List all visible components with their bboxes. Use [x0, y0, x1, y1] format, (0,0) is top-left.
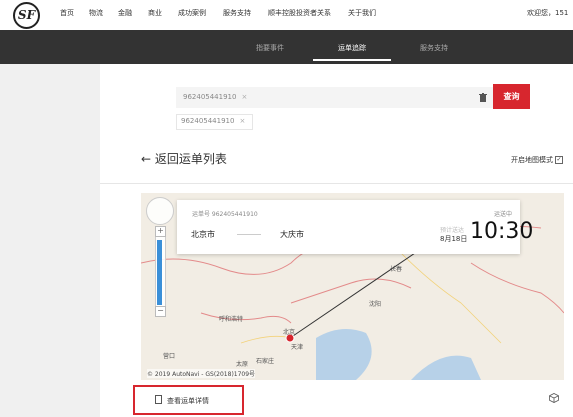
zoom-out-button[interactable]: − — [155, 306, 166, 317]
map-label-taiyuan: 太原 — [236, 361, 249, 368]
route-arrow-icon — [237, 234, 261, 235]
tab-waybill-tracking[interactable]: 运单追踪 — [338, 43, 366, 53]
divider — [100, 183, 573, 184]
map-label-tianjin: 天津 — [291, 344, 304, 351]
yellow-sea — [411, 355, 481, 380]
cube-icon[interactable] — [549, 393, 559, 403]
welcome-text[interactable]: 欢迎您，151 — [527, 8, 568, 18]
map-label-beijing: 北京 — [283, 329, 296, 336]
eta-time: 10:30 — [470, 219, 534, 244]
nav-item-support[interactable]: 服务支持 — [223, 8, 251, 18]
sub-navigation-bar: 指要事件 运单追踪 服务支持 — [0, 30, 573, 64]
history-tag-content: 962405441910 × — [181, 117, 245, 125]
view-details-label: 查看运单详情 — [167, 397, 209, 405]
back-label: 返回运单列表 — [154, 152, 227, 166]
road-line — [400, 252, 502, 344]
map-label-shenyang: 沈阳 — [369, 301, 382, 308]
back-to-list-link[interactable]: ← 返回运单列表 — [141, 150, 227, 167]
nav-item-logistics[interactable]: 物流 — [89, 8, 103, 18]
road-line — [240, 335, 292, 344]
tab-service-support[interactable]: 服务支持 — [420, 43, 448, 53]
trash-icon[interactable] — [479, 93, 487, 102]
destination-city: 大庆市 — [280, 230, 304, 239]
map-label-hohhot: 呼和浩特 — [219, 316, 244, 323]
eta-label: 预计送达 — [440, 227, 465, 234]
active-tab-indicator — [313, 59, 391, 61]
nav-item-cases[interactable]: 成功案例 — [178, 8, 206, 18]
tab-events[interactable]: 指要事件 — [256, 43, 284, 53]
waybill-number: 运单号 962405441910 — [192, 211, 258, 218]
remove-history-icon[interactable]: × — [239, 117, 245, 125]
search-tag: 962405441910 × — [183, 93, 247, 101]
map-compass-control[interactable] — [146, 197, 174, 225]
bohai-sea — [316, 329, 372, 380]
search-tag-value: 962405441910 — [183, 93, 237, 101]
border-line — [290, 278, 412, 304]
document-icon — [155, 395, 162, 404]
nav-item-home[interactable]: 首页 — [60, 8, 74, 18]
zoom-in-button[interactable]: + — [155, 226, 166, 237]
nav-item-about[interactable]: 关于我们 — [348, 8, 376, 18]
border-line — [470, 262, 564, 314]
shipment-status: 运送中 — [494, 211, 513, 218]
zoom-level-fill — [157, 240, 162, 305]
map-mode-toggle[interactable]: 开启地图模式 ✓ — [511, 155, 563, 165]
nav-item-finance[interactable]: 金融 — [118, 8, 132, 18]
history-tag-value: 962405441910 — [181, 117, 235, 125]
map-mode-checkbox[interactable]: ✓ — [555, 156, 563, 164]
top-navigation-bar: SF 首页 物流 金融 商业 成功案例 服务支持 顺丰控股投资者关系 关于我们 … — [0, 0, 573, 30]
map-label-changchun: 长春 — [390, 266, 403, 273]
map-label-yingkou: 营口 — [163, 353, 176, 360]
remove-tag-icon[interactable]: × — [241, 93, 247, 101]
map-mode-label: 开启地图模式 — [511, 156, 553, 164]
nav-item-business[interactable]: 商业 — [148, 8, 162, 18]
border-line — [200, 312, 292, 324]
sf-logo[interactable]: SF — [13, 2, 40, 29]
nav-item-investors[interactable]: 顺丰控股投资者关系 — [268, 8, 331, 18]
map-label-shijiazhuang: 石家庄 — [256, 358, 275, 365]
origin-city: 北京市 — [191, 230, 215, 239]
map-attribution: © 2019 AutoNavi - GS(2018)1709号 — [147, 369, 256, 378]
eta-date: 8月18日 — [440, 235, 468, 243]
arrow-left-icon: ← — [141, 152, 152, 166]
search-button[interactable]: 查询 — [493, 84, 530, 109]
